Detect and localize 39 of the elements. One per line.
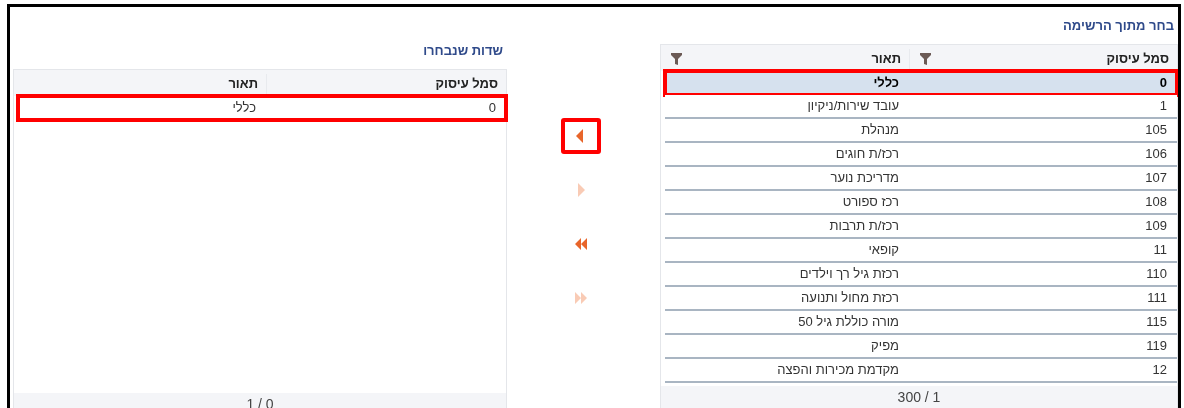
column-header[interactable]: סמל עיסוק bbox=[1106, 49, 1169, 69]
page-count: 300 / 1 bbox=[897, 388, 941, 407]
table-cell-text: 115 bbox=[1145, 312, 1168, 331]
table-cell-text: 0 bbox=[487, 98, 497, 117]
table-cell-text: רכז/ת חוגים bbox=[834, 144, 900, 163]
table-cell-text: 107 bbox=[1144, 168, 1168, 187]
table-cell-text: מורה כוללת גיל 50 bbox=[797, 312, 900, 331]
table-cell-text: 1 bbox=[1158, 96, 1168, 115]
table-cell-text: 108 bbox=[1144, 192, 1168, 211]
table-cell-text: מדריכת נוער bbox=[829, 168, 900, 187]
table-cell-text: מנהלת bbox=[860, 120, 900, 139]
table-cell-text: עובד שירות/ניקיון bbox=[806, 96, 900, 115]
table-cell-text: 12 bbox=[1151, 360, 1168, 379]
table-cell-text: רכז/ת תרבות bbox=[828, 216, 900, 235]
table-cell-text: מפיק bbox=[870, 336, 900, 355]
table-cell-text: 119 bbox=[1145, 336, 1168, 355]
table-cell-text: רכז ספורט bbox=[841, 192, 900, 211]
table-cell-text: 105 bbox=[1144, 120, 1168, 139]
table-cell-text: 111 bbox=[1146, 288, 1168, 307]
table-cell-text: כללי bbox=[231, 98, 257, 117]
panel-title: שדות שנבחרו bbox=[422, 42, 504, 60]
double-right-arrow-icon bbox=[573, 289, 589, 307]
column-header[interactable]: סמל עיסוק bbox=[435, 74, 498, 94]
table-cell-text: 0 bbox=[1158, 73, 1168, 92]
table-cell-text: רכזת גיל רך וילדים bbox=[798, 264, 900, 283]
table-cell-text: 109 bbox=[1144, 216, 1168, 235]
table-cell-text: 106 bbox=[1144, 144, 1168, 163]
table-cell-text: קופאי bbox=[867, 240, 900, 259]
table-cell-text: 110 bbox=[1145, 264, 1168, 283]
table-cell-text: כללי bbox=[872, 73, 900, 92]
panel-title: בחר מתוך הרשימה bbox=[1062, 17, 1175, 35]
table-cell-text: 11 bbox=[1152, 240, 1168, 259]
left-arrow-button[interactable] bbox=[561, 118, 601, 154]
column-header[interactable]: תאור bbox=[228, 74, 258, 94]
column-header[interactable]: תאור bbox=[871, 49, 901, 69]
table-cell-text: מקדמת מכירות והפצה bbox=[776, 360, 900, 379]
filter-icon[interactable] bbox=[920, 52, 931, 65]
table-cell-text: רכזת מחול ותנועה bbox=[800, 288, 900, 307]
filter-icon[interactable] bbox=[671, 52, 682, 65]
